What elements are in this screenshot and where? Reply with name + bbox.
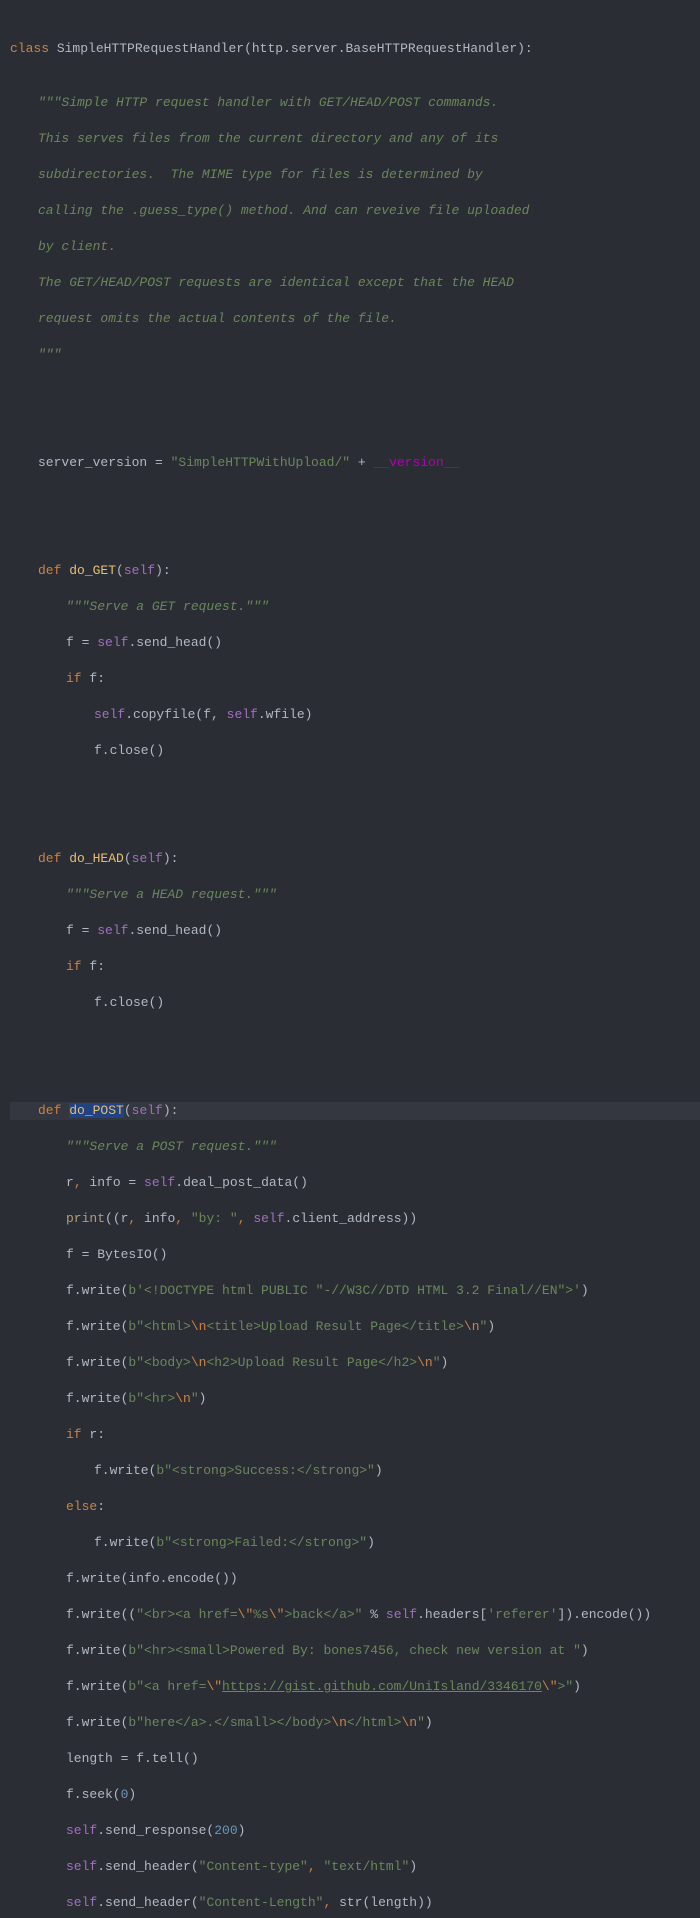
function-name-selected: do_POST	[69, 1103, 124, 1118]
code-line[interactable]: """Serve a GET request."""	[10, 598, 700, 616]
code-line-current[interactable]: def do_POST(self):	[10, 1102, 700, 1120]
code-line[interactable]: f.write(b"<body>\n<h2>Upload Result Page…	[10, 1354, 700, 1372]
code-line[interactable]: f = self.send_head()	[10, 922, 700, 940]
code-line[interactable]: The GET/HEAD/POST requests are identical…	[10, 274, 700, 292]
code-line[interactable]: f.write(info.encode())	[10, 1570, 700, 1588]
code-line[interactable]: self.send_response(200)	[10, 1822, 700, 1840]
code-line[interactable]: by client.	[10, 238, 700, 256]
string-literal: "SimpleHTTPWithUpload/"	[171, 455, 350, 470]
blank-line[interactable]	[10, 508, 700, 526]
code-line[interactable]: f.write(b"<strong>Failed:</strong>")	[10, 1534, 700, 1552]
dunder-version: __version__	[373, 455, 459, 470]
docstring: by client.	[38, 239, 116, 254]
code-line[interactable]: f.write(b"<a href=\"https://gist.github.…	[10, 1678, 700, 1696]
code-line[interactable]: length = f.tell()	[10, 1750, 700, 1768]
blank-line[interactable]	[10, 400, 700, 418]
code-line[interactable]: request omits the actual contents of the…	[10, 310, 700, 328]
docstring: This serves files from the current direc…	[38, 131, 498, 146]
docstring: """Serve a HEAD request."""	[66, 887, 277, 902]
code-line[interactable]: f.write(b"<hr>\n")	[10, 1390, 700, 1408]
code-line[interactable]: else:	[10, 1498, 700, 1516]
code-line[interactable]: def do_HEAD(self):	[10, 850, 700, 868]
code-line[interactable]: """Simple HTTP request handler with GET/…	[10, 94, 700, 112]
docstring: calling the .guess_type() method. And ca…	[38, 203, 529, 218]
blank-line[interactable]	[10, 1048, 700, 1066]
base-class: http.server.BaseHTTPRequestHandler	[252, 41, 517, 56]
docstring: request omits the actual contents of the…	[38, 311, 397, 326]
code-line[interactable]: f = BytesIO()	[10, 1246, 700, 1264]
code-line[interactable]: """Serve a HEAD request."""	[10, 886, 700, 904]
function-name: do_HEAD	[69, 851, 124, 866]
code-line[interactable]: if f:	[10, 958, 700, 976]
code-line[interactable]: f = self.send_head()	[10, 634, 700, 652]
code-line[interactable]: f.write(b'<!DOCTYPE html PUBLIC "-//W3C/…	[10, 1282, 700, 1300]
self: self	[124, 563, 155, 578]
code-line[interactable]: """Serve a POST request."""	[10, 1138, 700, 1156]
code-line[interactable]: f.seek(0)	[10, 1786, 700, 1804]
code-line[interactable]: """	[10, 346, 700, 364]
code-editor[interactable]: class SimpleHTTPRequestHandler(http.serv…	[0, 4, 700, 1918]
code-line[interactable]: f.write(b"<strong>Success:</strong>")	[10, 1462, 700, 1480]
code-line[interactable]: self.copyfile(f, self.wfile)	[10, 706, 700, 724]
code-line[interactable]: f.write(("<br><a href=\"%s\">back</a>" %…	[10, 1606, 700, 1624]
code-line[interactable]: calling the .guess_type() method. And ca…	[10, 202, 700, 220]
blank-line[interactable]	[10, 796, 700, 814]
docstring: """Serve a GET request."""	[66, 599, 269, 614]
url-link[interactable]: https://gist.github.com/UniIsland/334617…	[222, 1679, 542, 1694]
code-line[interactable]: subdirectories. The MIME type for files …	[10, 166, 700, 184]
code-line[interactable]: def do_GET(self):	[10, 562, 700, 580]
code-line[interactable]: f.write(b"<html>\n<title>Upload Result P…	[10, 1318, 700, 1336]
code-line[interactable]: print((r, info, "by: ", self.client_addr…	[10, 1210, 700, 1228]
code-line[interactable]: if r:	[10, 1426, 700, 1444]
code-line[interactable]: server_version = "SimpleHTTPWithUpload/"…	[10, 454, 700, 472]
code-line[interactable]: self.send_header("Content-type", "text/h…	[10, 1858, 700, 1876]
docstring: """Simple HTTP request handler with GET/…	[38, 95, 498, 110]
code-line[interactable]: self.send_header("Content-Length", str(l…	[10, 1894, 700, 1912]
code-line[interactable]: if f:	[10, 670, 700, 688]
keyword-class: class	[10, 41, 49, 56]
code-line[interactable]: f.write(b"here</a>.</small></body>\n</ht…	[10, 1714, 700, 1732]
docstring: The GET/HEAD/POST requests are identical…	[38, 275, 514, 290]
code-line[interactable]: r, info = self.deal_post_data()	[10, 1174, 700, 1192]
print-call: print	[66, 1211, 105, 1226]
class-name: SimpleHTTPRequestHandler	[57, 41, 244, 56]
identifier: server_version	[38, 455, 147, 470]
code-line[interactable]: f.close()	[10, 742, 700, 760]
code-line[interactable]: f.close()	[10, 994, 700, 1012]
docstring: subdirectories. The MIME type for files …	[38, 167, 483, 182]
code-line[interactable]: class SimpleHTTPRequestHandler(http.serv…	[10, 40, 700, 58]
code-line[interactable]: f.write(b"<hr><small>Powered By: bones74…	[10, 1642, 700, 1660]
docstring: """Serve a POST request."""	[66, 1139, 277, 1154]
keyword-def: def	[38, 563, 61, 578]
function-name: do_GET	[69, 563, 116, 578]
code-line[interactable]: This serves files from the current direc…	[10, 130, 700, 148]
docstring: """	[38, 347, 61, 362]
